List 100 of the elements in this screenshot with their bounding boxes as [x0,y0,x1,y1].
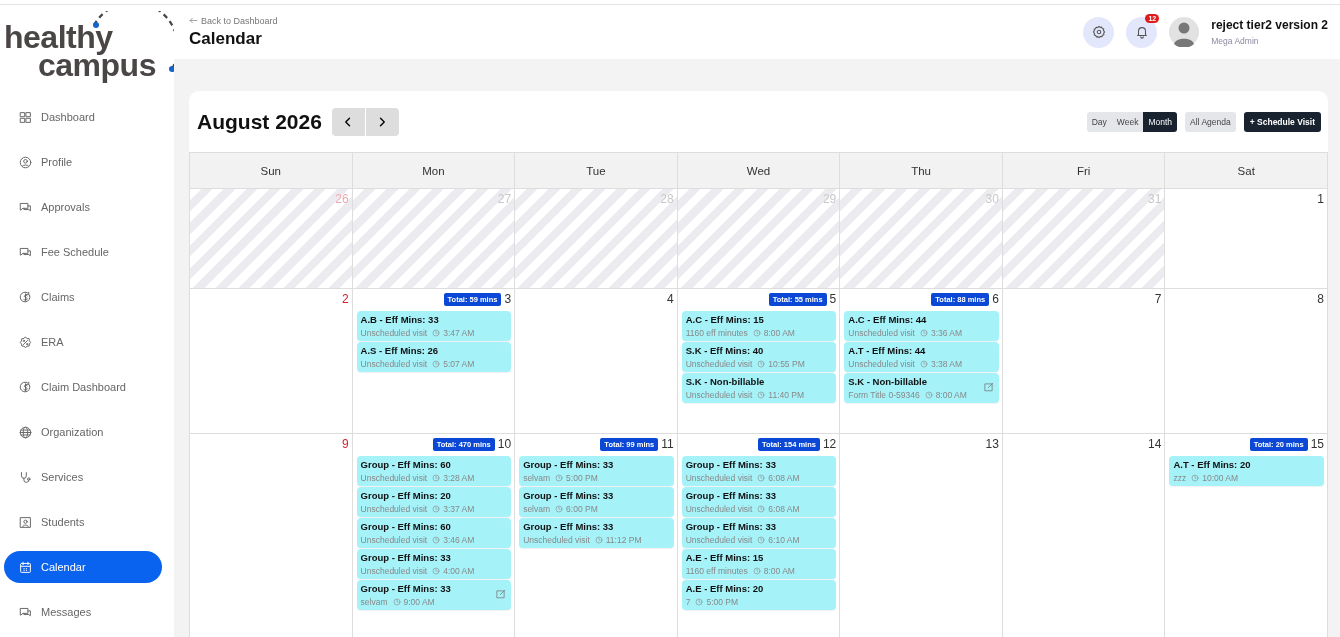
event-card[interactable]: A.E - Eff Mins: 15 1160 eff minutes 8:00 AM [681,549,837,579]
clock-icon [555,474,564,482]
event-subtitle: Unscheduled visit [360,473,428,483]
sidebar-item[interactable]: Approvals [4,191,162,223]
event-title: A.S - Eff Mins: 26 [360,345,440,356]
day-number: 4 [667,292,674,306]
weekday-header: Mon [352,152,516,189]
day-number: 5 [829,292,837,306]
event-card[interactable]: A.T - Eff Mins: 44 Unscheduled visit 3:38 AM [844,342,999,372]
event-card[interactable]: Group - Eff Mins: 60 Unscheduled visit 3:28 AM [356,456,512,486]
event-title: S.K - Non-billable [848,376,928,387]
event-card[interactable]: A.S - Eff Mins: 26 Unscheduled visit 5:07 AM [356,342,512,372]
day-number: 1 [1317,192,1324,206]
view-tab[interactable]: Week [1111,111,1144,132]
settings-button[interactable] [1083,16,1115,48]
event-card[interactable]: A.E - Eff Mins: 20 7 5:00 PM [681,580,837,610]
view-tab[interactable]: Day [1086,111,1112,132]
event-title: Group - Eff Mins: 60 [360,521,452,532]
event-title: Group - Eff Mins: 33 [360,583,452,594]
event-card[interactable]: A.B - Eff Mins: 33 Unscheduled visit 3:47 AM [356,311,512,341]
event-time: 3:47 AM [443,328,475,338]
day-number: 10 [497,437,512,451]
day-number: 15 [1310,437,1324,451]
event-card[interactable]: Group - Eff Mins: 20 Unscheduled visit 3:37 AM [356,487,512,517]
event-time: 3:37 AM [443,504,475,514]
clock-icon [752,567,761,575]
event-time: 3:36 AM [930,328,963,338]
sidebar-item[interactable]: Services [4,461,162,493]
month-title: August 2026 [197,109,322,134]
day-number: 3 [504,292,512,306]
event-card[interactable]: Group - Eff Mins: 33 selvam 6:00 PM [519,487,674,517]
event-time: 8:00 AM [935,390,967,400]
event-time: 9:00 AM [403,597,435,607]
bell-icon [1134,25,1149,39]
all-agenda-button[interactable]: All Agenda [1185,111,1236,132]
settings-icon [1091,25,1106,39]
event-title: Group - Eff Mins: 33 [523,490,615,501]
event-time: 4:00 AM [443,566,475,576]
event-subtitle: Unscheduled visit [848,359,915,369]
event-card[interactable]: S.K - Non-billable Form Title 0-59346 8:00 AM [844,373,999,403]
clock-icon [919,360,928,368]
dollar-circle-icon [19,290,32,304]
stethoscope-icon [19,470,32,484]
clock-icon [757,505,766,513]
sidebar-item[interactable]: Messages [4,596,162,628]
clock-icon [1191,474,1200,482]
event-card[interactable]: Group - Eff Mins: 33 Unscheduled visit 6:08 AM [681,456,837,486]
day-number: 14 [1148,437,1162,451]
event-title: A.C - Eff Mins: 44 [848,314,928,325]
event-title: A.E - Eff Mins: 15 [685,552,765,563]
event-time: 8:00 AM [763,328,795,338]
sidebar-item[interactable]: Calendar [4,551,162,583]
event-subtitle: Unscheduled visit [848,328,915,338]
event-card[interactable]: Group - Eff Mins: 33 selvam 5:00 PM [519,456,674,486]
event-card[interactable]: Group - Eff Mins: 33 selvam 9:00 AM [356,580,512,610]
sidebar-item[interactable]: Students [4,506,162,538]
event-title: Group - Eff Mins: 60 [360,459,452,470]
sidebar-item[interactable]: Fee Schedule [4,236,162,268]
event-title: A.B - Eff Mins: 33 [360,314,440,325]
event-subtitle: Unscheduled visit [523,535,590,545]
event-card[interactable]: Group - Eff Mins: 33 Unscheduled visit 4:00 AM [356,549,512,579]
event-card[interactable]: A.C - Eff Mins: 15 1160 eff minutes 8:00 AM [681,311,837,341]
sidebar-item[interactable]: Profile [4,146,162,178]
event-subtitle: Unscheduled visit [685,535,753,545]
clock-icon [757,474,766,482]
event-card[interactable]: S.K - Eff Mins: 40 Unscheduled visit 10:55 PM [681,342,837,372]
event-card[interactable]: Group - Eff Mins: 60 Unscheduled visit 3:46 AM [356,518,512,548]
page-title: Calendar [189,28,263,49]
clock-icon [432,536,441,544]
day-number: 7 [1154,292,1162,306]
event-time: 5:07 AM [443,359,475,369]
view-tab[interactable]: Month [1143,111,1178,132]
sidebar-item[interactable]: Dashboard [4,101,162,133]
schedule-visit-button[interactable]: + Schedule Visit [1243,111,1321,132]
chat-icon [19,245,32,259]
event-card[interactable]: S.K - Non-billable Unscheduled visit 11:40 PM [681,373,837,403]
next-month-button[interactable] [365,107,399,136]
event-card[interactable]: Group - Eff Mins: 33 Unscheduled visit 6:08 AM [681,487,837,517]
event-subtitle: Unscheduled visit [360,359,428,369]
event-card[interactable]: A.C - Eff Mins: 44 Unscheduled visit 3:36 AM [844,311,999,341]
edit-icon [496,589,507,599]
event-card[interactable]: Group - Eff Mins: 33 Unscheduled visit 6:10 AM [681,518,837,548]
event-title: Group - Eff Mins: 33 [685,490,777,501]
event-card[interactable]: A.T - Eff Mins: 20 zzz 10:00 AM [1169,456,1324,486]
event-time: 11:12 PM [605,535,642,545]
user-name: reject tier2 version 2 [1211,18,1328,32]
grid-icon [19,110,32,124]
event-time: 10:55 PM [768,359,805,369]
sidebar-item[interactable]: Claim Dashboard [4,371,162,403]
sidebar-item[interactable]: ERA [4,326,162,358]
event-time: 6:10 AM [768,535,800,545]
event-card[interactable]: Group - Eff Mins: 33 Unscheduled visit 11:12 PM [519,518,674,548]
event-subtitle: 1160 eff minutes [685,566,748,576]
previous-month-button[interactable] [331,107,365,136]
event-subtitle: Unscheduled visit [360,328,428,338]
weekday-header: Sun [190,152,353,189]
back-link[interactable]: Back to Dashboard [189,15,1084,26]
event-subtitle: Unscheduled visit [360,566,428,576]
sidebar-item[interactable]: Organization [4,416,162,448]
sidebar-item[interactable]: Claims [4,281,162,313]
